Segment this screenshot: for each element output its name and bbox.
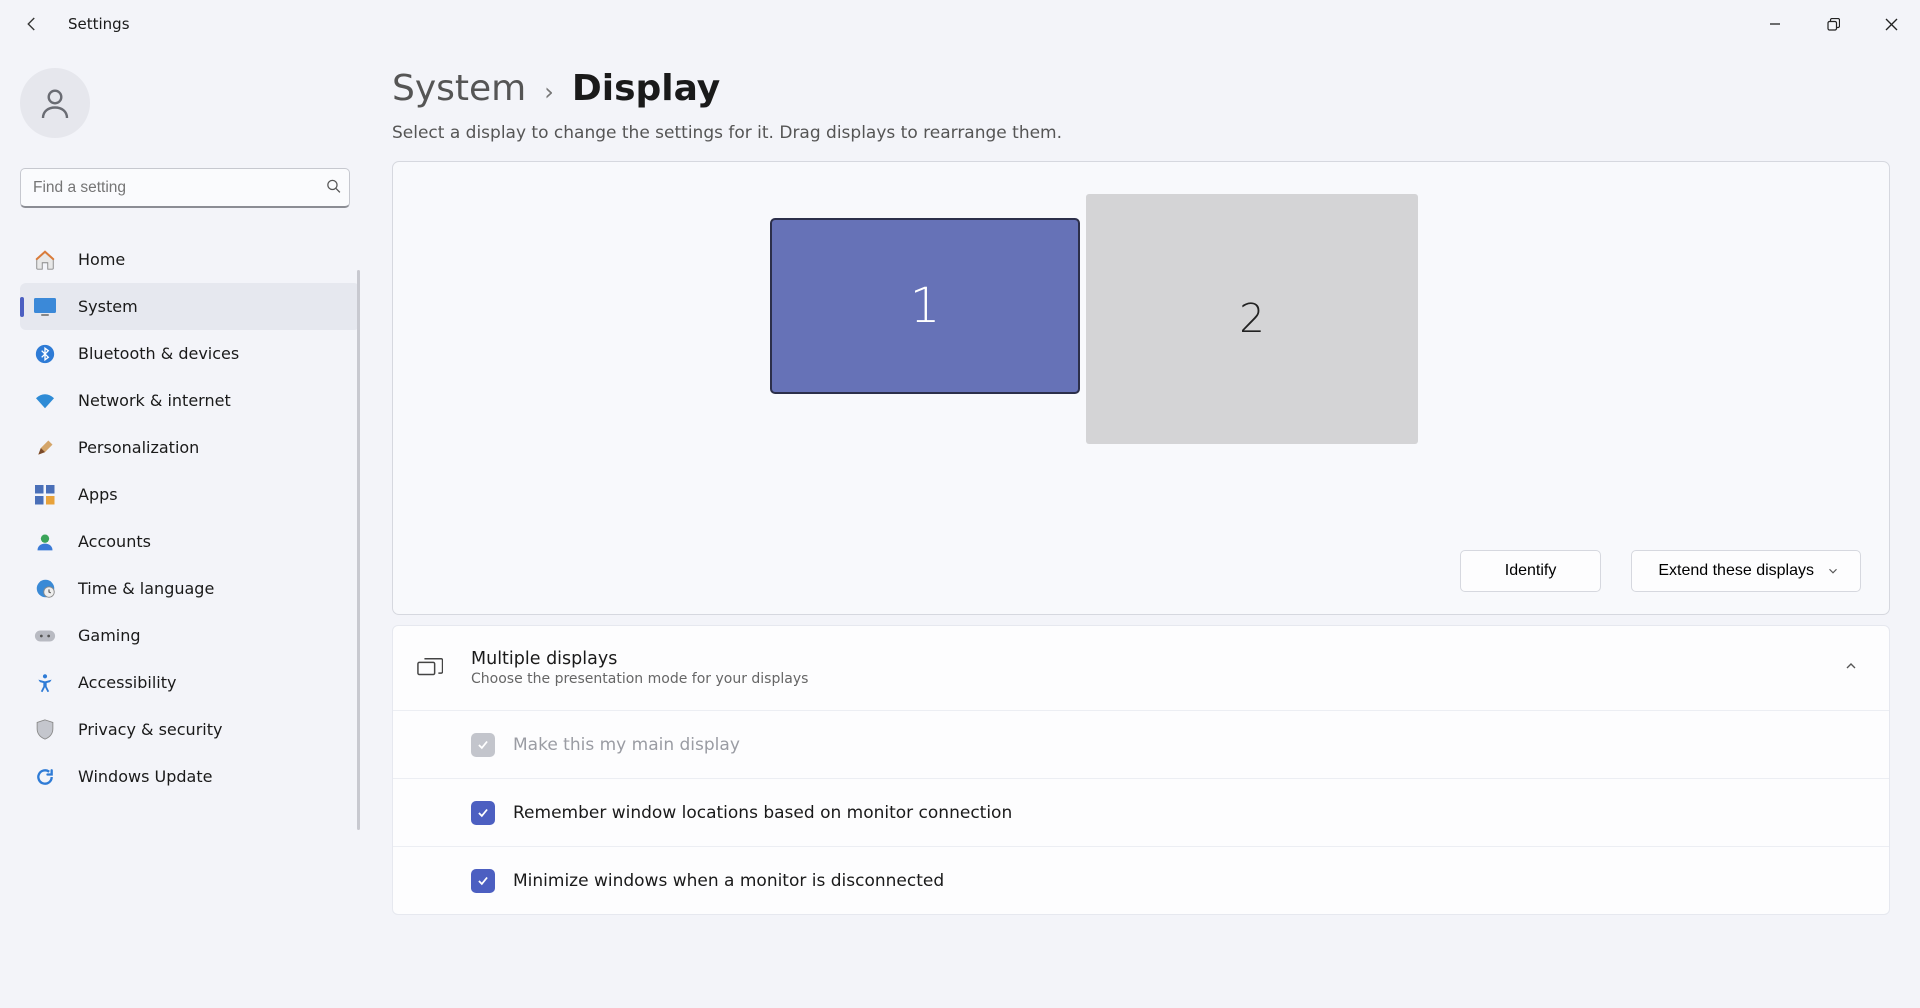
option-label: Make this my main display bbox=[513, 735, 740, 755]
breadcrumb-parent[interactable]: System bbox=[392, 68, 526, 109]
nav-accounts[interactable]: Accounts bbox=[20, 518, 360, 565]
checkbox-remember-locations[interactable] bbox=[471, 801, 495, 825]
display-canvas[interactable]: 2 1 bbox=[393, 162, 1889, 542]
displays-icon bbox=[417, 657, 443, 679]
nav-network[interactable]: Network & internet bbox=[20, 377, 360, 424]
breadcrumb: System › Display bbox=[392, 68, 1890, 109]
chevron-up-icon bbox=[1843, 658, 1859, 678]
card-description: Choose the presentation mode for your di… bbox=[471, 671, 808, 687]
checkbox-minimize-disconnected[interactable] bbox=[471, 869, 495, 893]
update-icon bbox=[34, 767, 56, 787]
globe-clock-icon bbox=[34, 578, 56, 599]
back-button[interactable] bbox=[18, 10, 46, 38]
system-icon bbox=[34, 298, 56, 316]
nav-label: System bbox=[78, 297, 138, 316]
option-label: Remember window locations based on monit… bbox=[513, 803, 1012, 823]
nav-label: Accounts bbox=[78, 532, 151, 551]
monitor-1[interactable]: 1 bbox=[770, 218, 1080, 394]
nav-label: Bluetooth & devices bbox=[78, 344, 239, 363]
bluetooth-icon bbox=[34, 344, 56, 364]
avatar[interactable] bbox=[20, 68, 90, 138]
option-main-display: Make this my main display bbox=[393, 710, 1889, 778]
checkbox-main-display bbox=[471, 733, 495, 757]
option-label: Minimize windows when a monitor is disco… bbox=[513, 871, 944, 891]
app-title: Settings bbox=[68, 15, 130, 33]
nav-label: Gaming bbox=[78, 626, 141, 645]
card-title: Multiple displays bbox=[471, 649, 808, 669]
home-icon bbox=[34, 249, 56, 271]
multiple-displays-header[interactable]: Multiple displays Choose the presentatio… bbox=[393, 626, 1889, 710]
chevron-down-icon bbox=[1826, 564, 1840, 578]
nav-label: Privacy & security bbox=[78, 720, 222, 739]
accessibility-icon bbox=[34, 673, 56, 693]
close-button[interactable] bbox=[1862, 4, 1920, 44]
nav-system[interactable]: System bbox=[20, 283, 360, 330]
nav-bluetooth[interactable]: Bluetooth & devices bbox=[20, 330, 360, 377]
maximize-button[interactable] bbox=[1804, 4, 1862, 44]
option-minimize-disconnected[interactable]: Minimize windows when a monitor is disco… bbox=[393, 846, 1889, 914]
display-mode-dropdown[interactable]: Extend these displays bbox=[1631, 550, 1861, 592]
monitor-2[interactable]: 2 bbox=[1086, 194, 1418, 444]
main-content: System › Display Select a display to cha… bbox=[370, 48, 1920, 1008]
nav-privacy[interactable]: Privacy & security bbox=[20, 706, 360, 753]
paintbrush-icon bbox=[34, 438, 56, 458]
nav-label: Windows Update bbox=[78, 767, 212, 786]
nav-label: Time & language bbox=[78, 579, 214, 598]
shield-icon bbox=[34, 719, 56, 740]
nav-label: Personalization bbox=[78, 438, 199, 457]
option-remember-locations[interactable]: Remember window locations based on monit… bbox=[393, 778, 1889, 846]
sidebar: Home System Bluetooth & devices Network … bbox=[0, 48, 370, 1008]
gamepad-icon bbox=[34, 628, 56, 644]
minimize-button[interactable] bbox=[1746, 4, 1804, 44]
multiple-displays-card: Multiple displays Choose the presentatio… bbox=[392, 625, 1890, 915]
title-bar: Settings bbox=[0, 0, 1920, 48]
accounts-icon bbox=[34, 532, 56, 552]
nav-windows-update[interactable]: Windows Update bbox=[20, 753, 360, 800]
nav-personalization[interactable]: Personalization bbox=[20, 424, 360, 471]
breadcrumb-current: Display bbox=[572, 68, 720, 109]
chevron-right-icon: › bbox=[544, 78, 554, 106]
nav-label: Network & internet bbox=[78, 391, 231, 410]
search-input[interactable] bbox=[20, 168, 350, 208]
identify-button[interactable]: Identify bbox=[1460, 550, 1602, 592]
page-description: Select a display to change the settings … bbox=[392, 123, 1890, 143]
nav-label: Accessibility bbox=[78, 673, 176, 692]
display-arrangement-panel: 2 1 Identify Extend these displays bbox=[392, 161, 1890, 615]
wifi-icon bbox=[34, 392, 56, 410]
nav-time-language[interactable]: Time & language bbox=[20, 565, 360, 612]
nav-label: Apps bbox=[78, 485, 118, 504]
nav-apps[interactable]: Apps bbox=[20, 471, 360, 518]
search-icon bbox=[325, 178, 342, 199]
nav-accessibility[interactable]: Accessibility bbox=[20, 659, 360, 706]
apps-icon bbox=[34, 485, 56, 505]
nav-gaming[interactable]: Gaming bbox=[20, 612, 360, 659]
sidebar-scrollbar[interactable] bbox=[357, 270, 360, 830]
nav-label: Home bbox=[78, 250, 125, 269]
nav-home[interactable]: Home bbox=[20, 236, 360, 283]
